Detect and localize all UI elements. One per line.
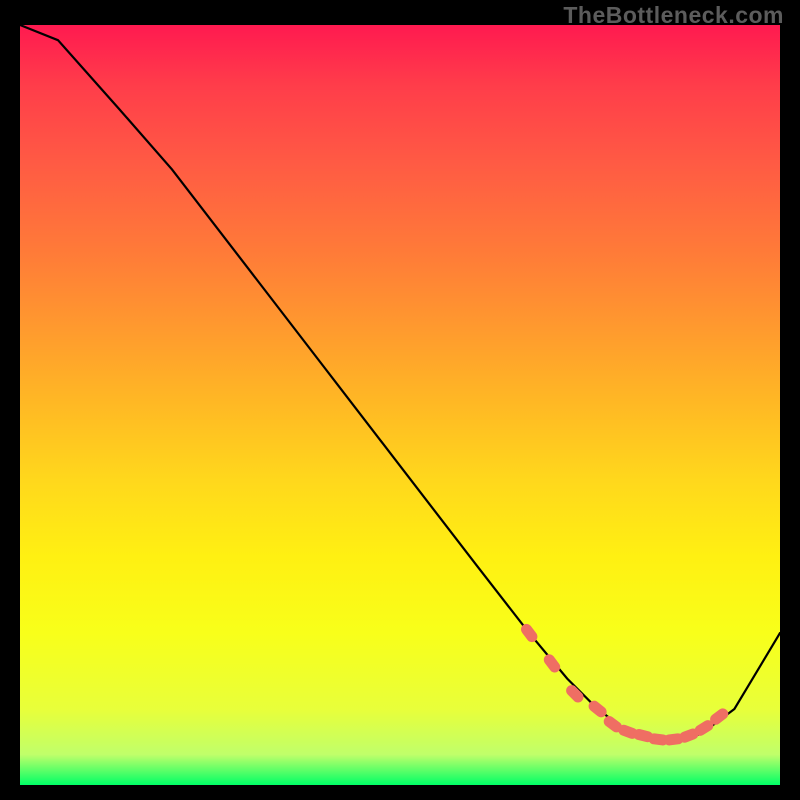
watermark-text: TheBottleneck.com bbox=[563, 2, 784, 29]
optimal-zone-markers bbox=[519, 622, 731, 746]
chart-container: TheBottleneck.com bbox=[0, 0, 800, 800]
bottleneck-curve bbox=[20, 25, 780, 739]
plot-overlay bbox=[20, 25, 780, 785]
marker-dash bbox=[542, 652, 563, 675]
